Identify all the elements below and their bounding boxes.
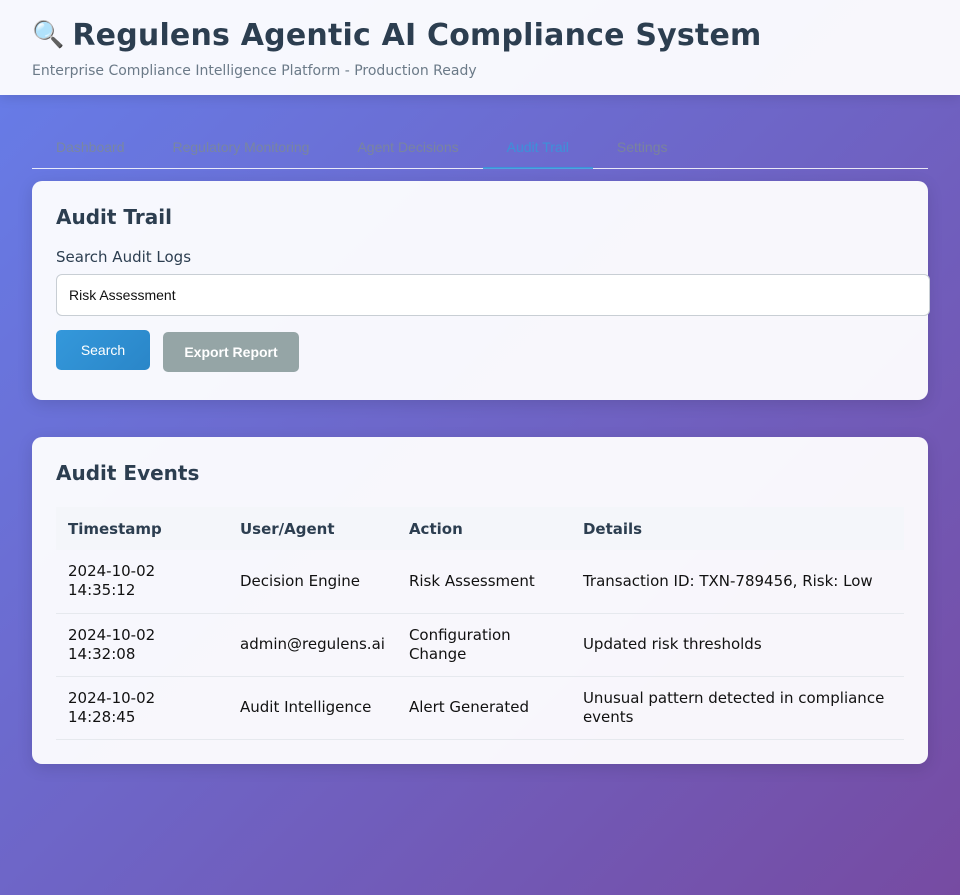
- app-title: Regulens Agentic AI Compliance System: [72, 17, 762, 53]
- table-row: 2024-10-02 14:28:45 Audit Intelligence A…: [56, 676, 904, 740]
- column-header-action: Action: [408, 519, 463, 538]
- title-row: 🔍 Regulens Agentic AI Compliance System: [32, 16, 928, 54]
- cell-timestamp: 2024-10-02 14:28:45: [56, 676, 228, 740]
- cell-details: Unusual pattern detected in compliance e…: [570, 676, 904, 740]
- tab-regulatory-monitoring[interactable]: Regulatory Monitoring: [149, 127, 334, 169]
- cell-user: Decision Engine: [228, 550, 397, 614]
- action-buttons: Search Export Report: [56, 330, 904, 374]
- export-report-button[interactable]: Export Report: [163, 332, 299, 372]
- audit-events-panel: Audit Events Timestamp User/Agent Action…: [32, 437, 928, 764]
- cell-timestamp: 2024-10-02 14:35:12: [56, 550, 228, 614]
- search-input[interactable]: [56, 274, 930, 316]
- tab-dashboard[interactable]: Dashboard: [32, 127, 149, 169]
- cell-user: admin@regulens.ai: [228, 613, 397, 677]
- audit-events-title: Audit Events: [56, 461, 200, 485]
- table-header-row: Timestamp User/Agent Action Details: [56, 507, 904, 550]
- column-header-timestamp: Timestamp: [68, 519, 162, 538]
- cell-action: Alert Generated: [396, 676, 571, 740]
- cell-action: Configuration Change: [396, 613, 571, 677]
- column-header-user-agent: User/Agent: [240, 519, 335, 538]
- table-row: 2024-10-02 14:32:08 admin@regulens.ai Co…: [56, 613, 904, 677]
- cell-action: Risk Assessment: [396, 550, 571, 614]
- table-row: 2024-10-02 14:35:12 Decision Engine Risk…: [56, 550, 904, 614]
- tab-audit-trail[interactable]: Audit Trail: [482, 127, 593, 169]
- app-subtitle: Enterprise Compliance Intelligence Platf…: [32, 63, 477, 79]
- tab-agent-decisions[interactable]: Agent Decisions: [333, 127, 482, 169]
- cell-details: Transaction ID: TXN-789456, Risk: Low: [570, 550, 904, 614]
- search-button[interactable]: Search: [56, 330, 150, 370]
- column-header-details: Details: [582, 519, 643, 538]
- audit-trail-panel: Audit Trail Search Audit Logs Search Exp…: [32, 181, 930, 400]
- magnifier-icon: 🔍: [32, 20, 65, 50]
- tab-settings[interactable]: Settings: [593, 127, 692, 169]
- main-tabs: Dashboard Regulatory Monitoring Agent De…: [32, 127, 928, 169]
- search-label: Search Audit Logs: [56, 248, 192, 266]
- cell-details: Updated risk thresholds: [570, 613, 904, 677]
- audit-trail-title: Audit Trail: [56, 205, 172, 229]
- cell-user: Audit Intelligence: [228, 676, 397, 740]
- cell-timestamp: 2024-10-02 14:32:08: [56, 613, 228, 677]
- audit-events-table: Timestamp User/Agent Action Details 2024…: [56, 507, 904, 740]
- app-header: 🔍 Regulens Agentic AI Compliance System …: [0, 0, 960, 95]
